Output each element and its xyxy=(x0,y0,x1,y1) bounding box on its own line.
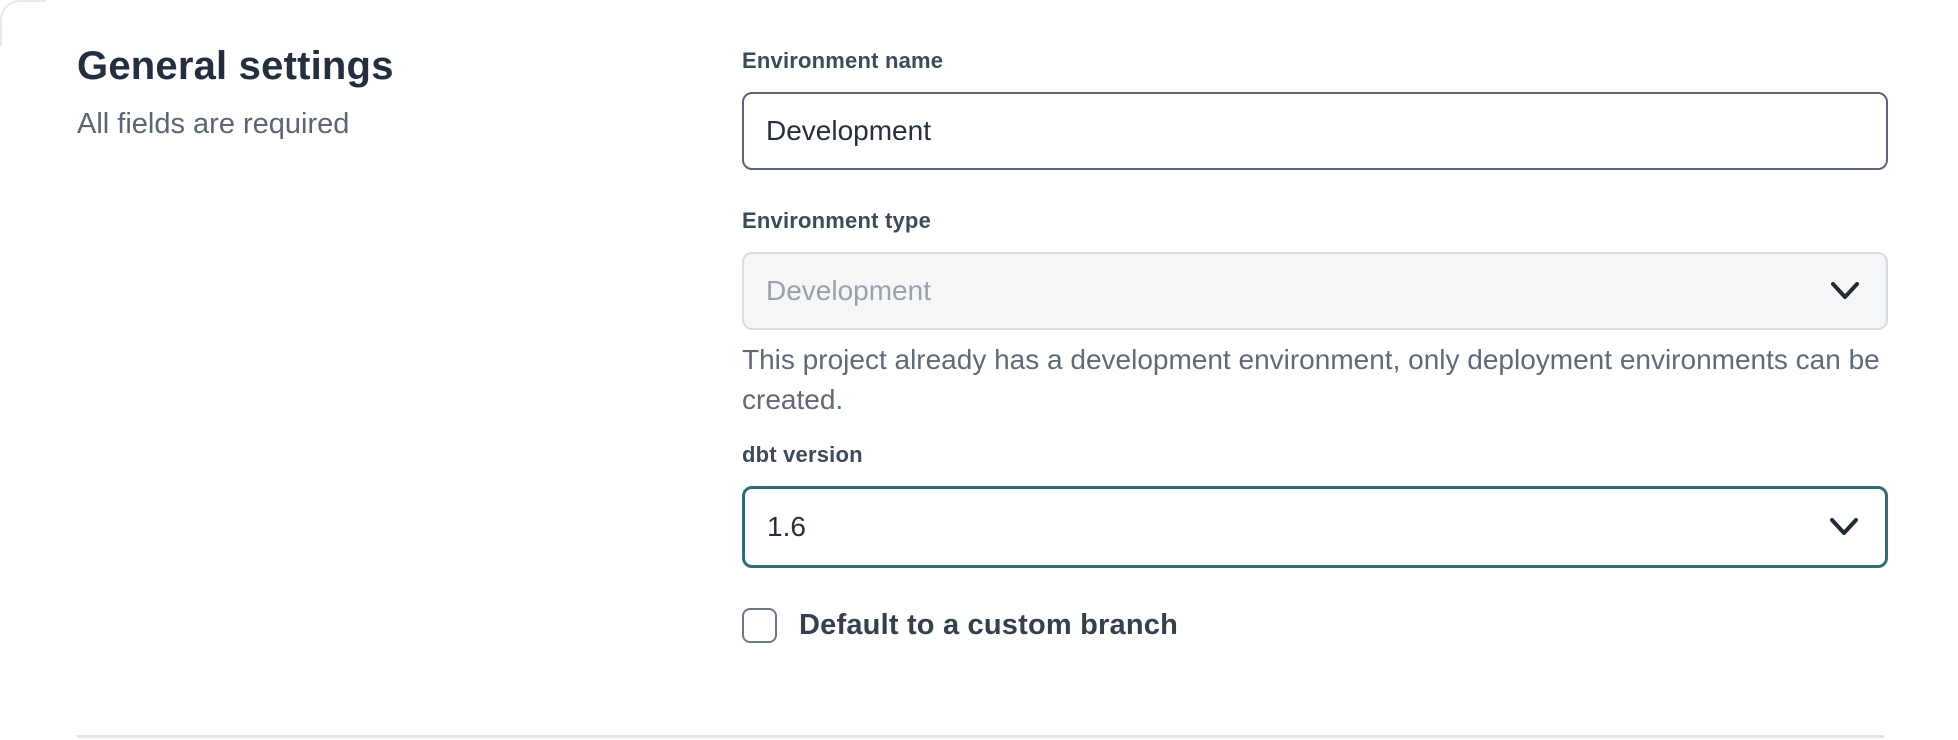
environment-type-group: Environment type Development This projec… xyxy=(742,206,1888,420)
page-title: General settings xyxy=(77,42,617,90)
environment-name-input[interactable] xyxy=(742,92,1888,170)
chevron-down-icon xyxy=(1830,281,1860,301)
environment-name-label: Environment name xyxy=(742,46,1888,76)
custom-branch-row: Default to a custom branch xyxy=(742,608,1888,643)
settings-form: Environment name Environment type Develo… xyxy=(742,46,1888,643)
dbt-version-select[interactable]: 1.6 xyxy=(742,486,1888,568)
environment-name-group: Environment name xyxy=(742,46,1888,170)
page-subtitle: All fields are required xyxy=(77,106,617,142)
environment-type-help-text: This project already has a development e… xyxy=(742,340,1888,420)
chevron-down-icon xyxy=(1829,517,1859,537)
environment-type-value: Development xyxy=(766,275,931,307)
custom-branch-checkbox[interactable] xyxy=(742,608,777,643)
section-header: General settings All fields are required xyxy=(77,42,617,142)
environment-type-label: Environment type xyxy=(742,206,1888,236)
custom-branch-label[interactable]: Default to a custom branch xyxy=(799,609,1178,642)
environment-settings-page: General settings All fields are required… xyxy=(0,0,1958,740)
card-corner-decoration xyxy=(0,0,46,46)
dbt-version-label: dbt version xyxy=(742,440,1888,470)
dbt-version-group: dbt version 1.6 xyxy=(742,440,1888,568)
environment-type-select: Development xyxy=(742,252,1888,330)
section-divider xyxy=(77,735,1884,738)
dbt-version-value: 1.6 xyxy=(767,511,806,543)
